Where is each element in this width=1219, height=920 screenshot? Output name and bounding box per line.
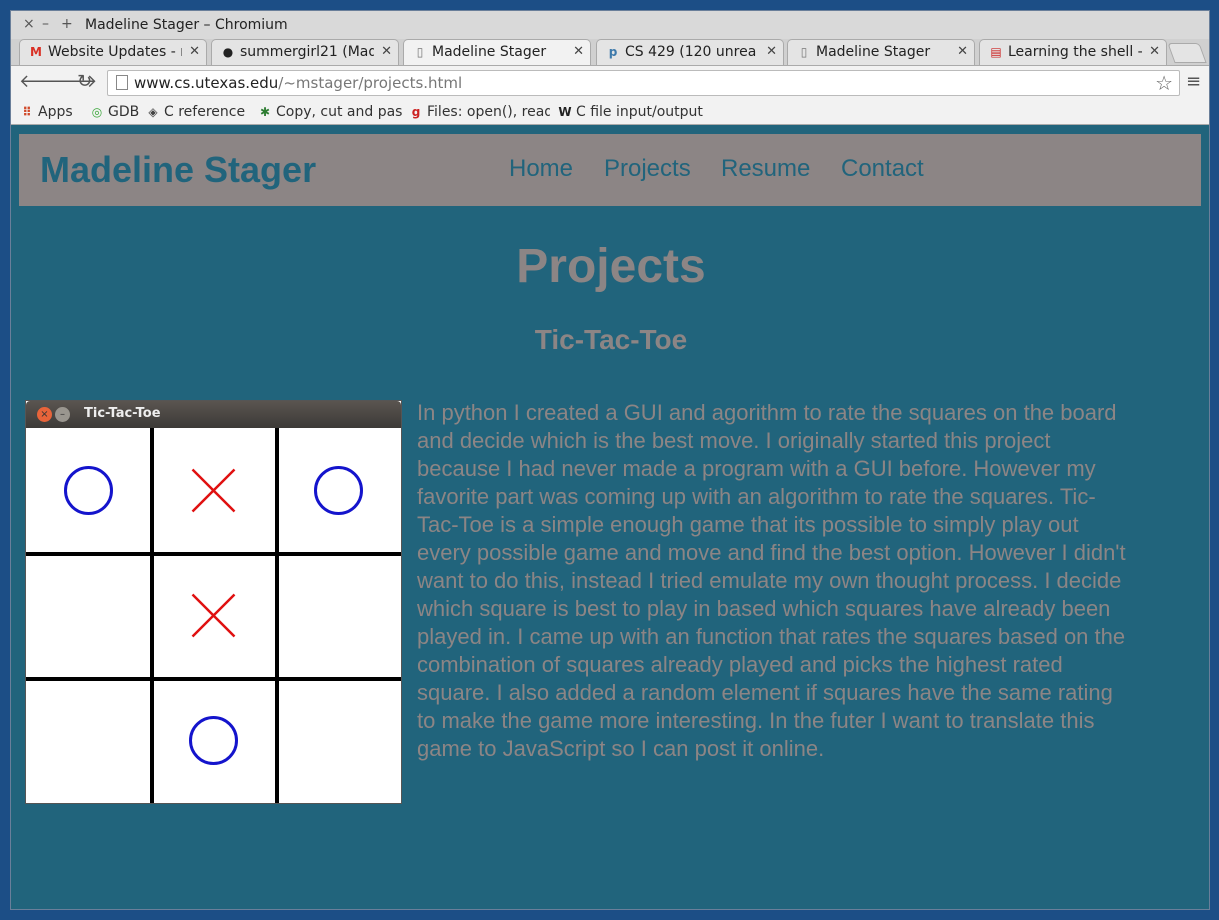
tab-label: Madeline Stager (432, 44, 547, 60)
tab-label: Madeline Stager (816, 44, 931, 60)
browser-tab[interactable]: M Website Updates - m ✕ (19, 39, 207, 65)
browser-tab[interactable]: ▯ Madeline Stager ✕ (787, 39, 975, 65)
bookmark-item[interactable]: ◎ GDB (89, 103, 141, 121)
nav-link-resume[interactable]: Resume (721, 154, 810, 184)
gmail-icon: M (30, 45, 42, 59)
tab-label: Learning the shell - L (1008, 44, 1142, 60)
page-icon (116, 75, 128, 90)
site-header: Madeline Stager Home Projects Resume Con… (19, 134, 1201, 206)
bookmark-item[interactable]: W C file input/output (557, 103, 707, 121)
project-title: Tic-Tac-Toe (534, 324, 688, 355)
screenshot-title-bar: × – Tic-Tac-Toe (26, 401, 401, 428)
url-path: /~mstager/projects.html (278, 74, 463, 92)
url-host: www.cs.utexas.edu (134, 74, 279, 92)
tab-close-icon[interactable]: ✕ (189, 43, 200, 61)
tab-close-icon[interactable]: ✕ (381, 43, 392, 61)
site-title[interactable]: Madeline Stager (40, 148, 316, 192)
tab-strip: M Website Updates - m ✕ ● summergirl21 (Made… (11, 39, 1209, 65)
close-icon: × (37, 407, 52, 422)
bookmark-item[interactable]: ◈ C reference (145, 103, 253, 121)
cppreference-icon: ◈ (148, 105, 158, 119)
address-bar[interactable]: www.cs.utexas.edu/~mstager/projects.html… (107, 70, 1180, 96)
bookmarks-bar: ⠿ Apps ◎ GDB ◈ C reference ✱ Copy, cut and pas g… (11, 99, 1209, 125)
tab-close-icon[interactable]: ✕ (1149, 43, 1160, 61)
minimize-window-icon[interactable]: – (42, 15, 49, 33)
new-tab-button[interactable] (1167, 43, 1207, 63)
github-icon: ● (222, 45, 234, 59)
vim-icon: ✱ (259, 105, 271, 119)
gdb-icon: ◎ (91, 105, 103, 119)
bookmark-label: Files: open(), read (427, 104, 550, 120)
maximize-window-icon[interactable]: + (61, 15, 73, 33)
browser-window: × – + Madeline Stager – Chromium M Websit… (10, 10, 1210, 910)
nav-link-projects[interactable]: Projects (604, 154, 691, 184)
o-mark (314, 466, 363, 515)
nav-link-home[interactable]: Home (509, 154, 573, 184)
page-icon: ▯ (800, 45, 808, 59)
close-window-icon[interactable]: × (23, 15, 35, 33)
tab-close-icon[interactable]: ✕ (573, 43, 584, 61)
bookmark-label: C reference (164, 104, 246, 120)
project-screenshot: × – Tic-Tac-Toe (25, 400, 402, 804)
page-title: Projects (516, 240, 706, 293)
wikipedia-icon: W (558, 105, 572, 119)
screenshot-window-title: Tic-Tac-Toe (84, 406, 161, 421)
page-icon: ▯ (416, 45, 424, 59)
title-bar: × – + Madeline Stager – Chromium (11, 11, 1209, 39)
x-mark (191, 593, 236, 638)
browser-tab[interactable]: p CS 429 (120 unrea ✕ (596, 39, 784, 65)
nav-link-contact[interactable]: Contact (841, 154, 924, 184)
gnu-icon: g (411, 105, 421, 119)
minimize-icon: – (55, 407, 70, 422)
tab-label: CS 429 (120 unrea (625, 44, 757, 60)
bookmark-item[interactable]: ⠿ Apps (19, 103, 85, 121)
linuxcommand-icon: ▤ (990, 45, 1002, 59)
bookmark-label: GDB (108, 104, 140, 120)
browser-tab[interactable]: ▤ Learning the shell - L ✕ (979, 39, 1167, 65)
tab-label: summergirl21 (Made (240, 44, 374, 60)
tab-close-icon[interactable]: ✕ (957, 43, 968, 61)
bookmark-item[interactable]: g Files: open(), read (408, 103, 550, 121)
browser-tab[interactable]: ▯ Madeline Stager ✕ (403, 39, 591, 65)
tab-close-icon[interactable]: ✕ (766, 43, 777, 61)
bookmark-star-icon[interactable]: ☆ (1155, 72, 1173, 94)
bookmark-label: Copy, cut and pas (276, 104, 403, 120)
bookmark-label: C file input/output (576, 104, 703, 120)
browser-tab[interactable]: ● summergirl21 (Made ✕ (211, 39, 399, 65)
x-mark (191, 468, 236, 513)
project-description: In python I created a GUI and agorithm t… (417, 400, 1126, 761)
tab-label: Website Updates - m (48, 44, 182, 60)
url-text[interactable]: www.cs.utexas.edu/~mstager/projects.html (134, 74, 462, 92)
bookmark-label: Apps (38, 104, 73, 120)
apps-grid-icon: ⠿ (22, 105, 32, 119)
o-mark (64, 466, 113, 515)
web-page: Madeline Stager Home Projects Resume Con… (11, 125, 1209, 909)
bookmark-item[interactable]: ✱ Copy, cut and pas (257, 103, 403, 121)
toolbar: 🡐 🡒 ↻ www.cs.utexas.edu/~mstager/project… (11, 65, 1209, 99)
window-title: Madeline Stager – Chromium (85, 17, 288, 33)
o-mark (189, 716, 238, 765)
piazza-icon: p (608, 45, 618, 59)
tic-tac-toe-board (26, 428, 401, 803)
menu-icon[interactable]: ≡ (1186, 73, 1201, 91)
reload-icon[interactable]: ↻ (77, 72, 92, 92)
